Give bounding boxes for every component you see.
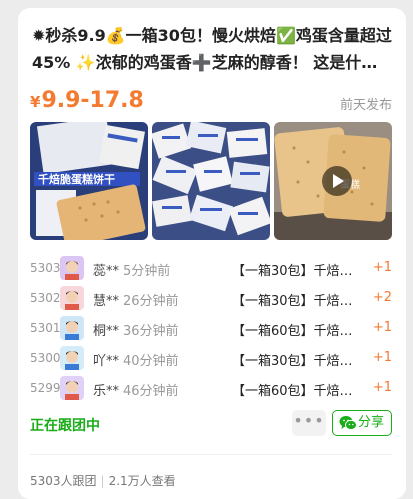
biscuit-package-image[interactable]: 千焙脆蛋糕饼干	[30, 122, 148, 240]
order-time: 46分钟前	[123, 384, 179, 399]
order-number: 5300	[30, 351, 61, 365]
order-product: 【一箱30包】千焙脆蛋糕饼干	[232, 354, 365, 369]
joined-count: 5303人跟团	[30, 474, 97, 488]
biscuit-video-image[interactable]: 蛋糕	[274, 122, 392, 240]
order-count: +1	[372, 320, 392, 335]
avatar	[60, 256, 84, 280]
order-count: +1	[372, 350, 392, 365]
order-time: 40分钟前	[123, 354, 179, 369]
order-number: 5302	[30, 291, 61, 305]
user-name: 蕊**	[93, 264, 120, 279]
order-number: 5303	[30, 261, 61, 275]
wechat-icon	[339, 416, 357, 431]
share-button[interactable]: 分享	[332, 410, 392, 436]
post-title[interactable]: ✹秒杀9.9💰一箱30包！慢火烘焙✅鸡蛋含量超过45% ✨浓郁的鸡蛋香➕芝麻的醇…	[32, 22, 392, 76]
share-label: 分享	[358, 415, 385, 430]
order-number: 5301	[30, 321, 61, 335]
order-list: 5303 蕊** 5分钟前 【一箱30包】千焙脆蛋糕饼干 +1 5302 慧**…	[30, 254, 392, 404]
more-button[interactable]: •••	[292, 410, 326, 436]
order-time: 5分钟前	[123, 264, 171, 279]
group-buy-card[interactable]: ✹秒杀9.9💰一箱30包！慢火烘焙✅鸡蛋含量超过45% ✨浓郁的鸡蛋香➕芝麻的醇…	[18, 8, 406, 499]
price-row: ¥9.9-17.8 前天发布	[30, 88, 392, 116]
order-row[interactable]: 5301 桐** 36分钟前 【一箱60包】千焙脆蛋糕饼干 +1	[30, 314, 392, 344]
view-count: 2.1万人查看	[108, 474, 176, 488]
thumb-caption: 千焙脆蛋糕饼干	[38, 172, 115, 186]
user-name: 桐**	[93, 324, 120, 339]
avatar	[60, 286, 84, 310]
avatar	[60, 316, 84, 340]
order-time: 36分钟前	[123, 324, 179, 339]
order-count: +2	[372, 290, 392, 305]
price-range: 9.9-17.8	[41, 88, 144, 113]
order-row[interactable]: 5303 蕊** 5分钟前 【一箱30包】千焙脆蛋糕饼干 +1	[30, 254, 392, 284]
divider	[30, 454, 392, 455]
order-product: 【一箱30包】千焙脆蛋糕饼干	[232, 264, 365, 279]
user-name: 乐**	[93, 384, 120, 399]
order-product: 【一箱60包】千焙脆蛋糕饼干	[232, 324, 365, 339]
stats-separator: |	[100, 474, 105, 488]
user-name: 慧**	[93, 294, 120, 309]
order-count: +1	[372, 260, 392, 275]
user-name: 吖**	[93, 354, 120, 369]
price: ¥9.9-17.8	[30, 88, 144, 113]
order-row[interactable]: 5302 慧** 26分钟前 【一箱30包】千焙脆蛋糕饼干 +2	[30, 284, 392, 314]
publish-time: 前天发布	[339, 98, 392, 113]
order-product: 【一箱30包】千焙脆蛋糕饼干	[232, 294, 365, 309]
avatar	[60, 346, 84, 370]
biscuit-pile-image[interactable]	[152, 122, 270, 240]
avatar	[60, 376, 84, 400]
group-stats: 5303人跟团 | 2.1万人查看	[30, 472, 176, 489]
order-row[interactable]: 5300 吖** 40分钟前 【一箱30包】千焙脆蛋糕饼干 +1	[30, 344, 392, 374]
order-product: 【一箱60包】千焙脆蛋糕饼干	[232, 384, 365, 399]
order-row[interactable]: 5299 乐** 46分钟前 【一箱60包】千焙脆蛋糕饼干 +1	[30, 374, 392, 404]
action-bar: 正在跟团中 ••• 分享	[30, 410, 392, 436]
currency-symbol: ¥	[30, 93, 41, 111]
thumbnail-gallery: 千焙脆蛋糕饼干	[30, 122, 392, 240]
order-time: 26分钟前	[123, 294, 179, 309]
order-number: 5299	[30, 381, 61, 395]
play-icon[interactable]	[322, 166, 352, 196]
order-count: +1	[372, 380, 392, 395]
group-status: 正在跟团中	[30, 418, 100, 434]
